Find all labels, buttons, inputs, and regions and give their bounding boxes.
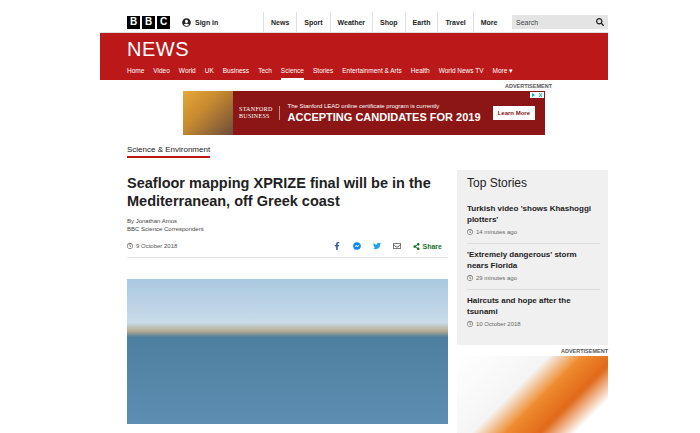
facebook-icon[interactable] — [333, 242, 341, 250]
top-nav-item[interactable]: Shop — [372, 12, 405, 32]
section-nav-item[interactable]: Video — [153, 66, 170, 80]
section-nav-item[interactable]: World News TV — [439, 66, 484, 80]
story-item[interactable]: Turkish video 'shows Khashoggi plotters'… — [467, 198, 600, 243]
article-headline: Seafloor mapping XPRIZE final will be in… — [127, 174, 448, 210]
banner-line: The Stanford LEAD online certificate pro… — [288, 103, 487, 109]
story-item[interactable]: 'Extremely dangerous' storm nears Florid… — [467, 243, 600, 289]
bbc-logo[interactable]: BBC — [127, 12, 170, 32]
share-button[interactable]: Share — [413, 243, 442, 250]
learn-more-button[interactable]: Learn More — [493, 106, 535, 120]
clock-icon — [467, 275, 473, 281]
logo-block: B — [127, 16, 140, 29]
top-stories: Top Stories Turkish video 'shows Khashogg… — [457, 170, 608, 345]
article-photo — [127, 279, 448, 424]
banner-wrap: STANFORDBUSINESS The Stanford LEAD online… — [100, 91, 608, 135]
share-link[interactable] — [393, 242, 401, 250]
content: Science & Environment Seafloor mapping XP… — [100, 135, 608, 433]
news-title[interactable]: NEWS — [127, 39, 608, 59]
clock-icon — [467, 229, 473, 235]
sidebar: Top Stories Turkish video 'shows Khashogg… — [457, 170, 608, 433]
messenger-icon[interactable] — [353, 242, 361, 250]
adchoices-icon[interactable] — [530, 92, 544, 98]
sign-in[interactable]: Sign in — [182, 12, 263, 32]
share-link[interactable] — [333, 242, 341, 250]
top-nav-item[interactable]: Travel — [437, 12, 472, 32]
page: BBCSign inNewsSportWeatherShopEarthTrave… — [100, 0, 608, 433]
section-link[interactable]: Science & Environment — [127, 145, 210, 158]
share-bar: Share — [333, 242, 448, 250]
story-time: 10 October 2018 — [467, 321, 600, 327]
advertisement-banner[interactable]: STANFORDBUSINESS The Stanford LEAD online… — [183, 91, 545, 135]
story-time: 14 minutes ago — [467, 229, 600, 235]
banner-headline: ACCEPTING CANDIDATES FOR 2019 — [288, 111, 487, 123]
clock-icon — [467, 321, 473, 327]
section-nav-item[interactable]: Health — [411, 66, 430, 80]
section-nav: Home Video World UK Business Tech Science Stori… — [127, 66, 608, 80]
top-nav: NewsSportWeatherShopEarthTravelMore▾ — [263, 12, 512, 32]
section-nav-item[interactable]: Stories — [313, 66, 333, 80]
date-row: 9 October 2018 Share — [127, 242, 448, 258]
section-more-menu[interactable]: More ▾ — [493, 66, 514, 80]
masthead: NEWS Home Video World UK Business Tech Science S… — [100, 33, 608, 80]
article: Science & Environment Seafloor mapping XP… — [127, 145, 448, 433]
top-nav-item[interactable]: Sport — [296, 12, 329, 32]
section-nav-item[interactable]: UK — [205, 66, 214, 80]
side-advertisement[interactable] — [457, 356, 608, 433]
top-bar: BBCSign inNewsSportWeatherShopEarthTrave… — [100, 12, 608, 33]
byline: By Jonathan AmosBBC Science Corresponden… — [127, 217, 448, 233]
stanford-logo: STANFORDBUSINESS — [233, 106, 280, 120]
article-date: 9 October 2018 — [127, 243, 177, 249]
story-headline[interactable]: Turkish video 'shows Khashoggi plotters' — [467, 203, 600, 225]
advertisement-label: ADVERTISEMENT — [100, 80, 608, 91]
story-headline[interactable]: Haircuts and hope after the tsunami — [467, 295, 600, 317]
section-nav-item[interactable]: Entertainment & Arts — [342, 66, 402, 80]
banner-photo — [183, 91, 233, 135]
search-field[interactable]: Search — [512, 15, 608, 29]
top-nav-item[interactable]: Weather — [330, 12, 373, 32]
banner-text: The Stanford LEAD online certificate pro… — [280, 103, 487, 123]
top-nav-item[interactable]: Earth — [405, 12, 438, 32]
email-icon[interactable] — [393, 242, 401, 250]
advertisement-label: ADVERTISEMENT — [457, 345, 608, 356]
section-nav-item[interactable]: Science — [281, 66, 304, 80]
search-icon[interactable] — [596, 18, 604, 26]
logo-block: C — [157, 16, 170, 29]
section-nav-item[interactable]: Tech — [258, 66, 272, 80]
twitter-icon[interactable] — [373, 242, 381, 250]
share-icon[interactable] — [413, 243, 420, 250]
user-icon — [182, 18, 191, 27]
top-stories-title: Top Stories — [467, 176, 600, 190]
share-link[interactable] — [373, 242, 381, 250]
story-time: 29 minutes ago — [467, 275, 600, 281]
top-nav-item[interactable]: News — [263, 12, 296, 32]
logo-block: B — [142, 16, 155, 29]
section-nav-item[interactable]: World — [179, 66, 196, 80]
story-item[interactable]: Haircuts and hope after the tsunami 10 Oc… — [467, 289, 600, 335]
section-nav-item[interactable]: Business — [223, 66, 249, 80]
clock-icon — [127, 243, 133, 249]
story-headline[interactable]: 'Extremely dangerous' storm nears Florid… — [467, 249, 600, 271]
section-nav-item[interactable]: Home — [127, 66, 144, 80]
share-link[interactable] — [353, 242, 361, 250]
